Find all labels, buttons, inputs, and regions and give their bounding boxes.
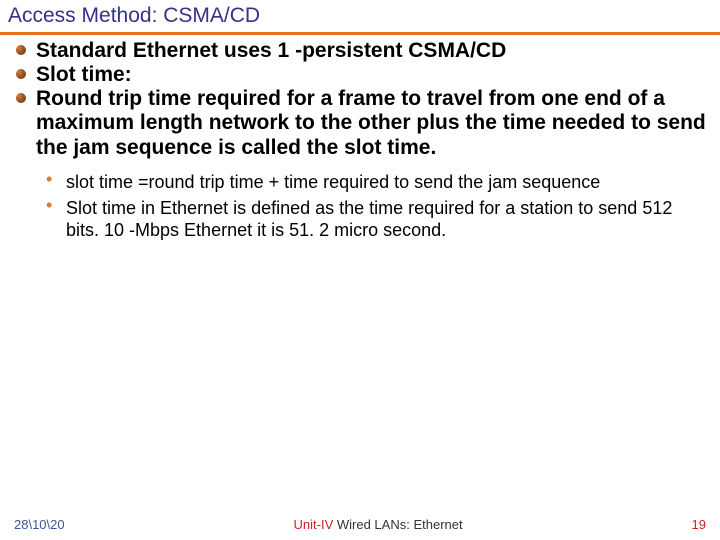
sub-bullet-list: slot time =round trip time + time requir…	[12, 172, 708, 242]
slide-title-bar: Access Method: CSMA/CD	[0, 0, 720, 35]
slide-title: Access Method: CSMA/CD	[8, 4, 712, 28]
subbullet-item: slot time =round trip time + time requir…	[66, 172, 708, 194]
main-bullet-list: Standard Ethernet uses 1 -persistent CSM…	[12, 39, 708, 160]
bullet-item: Standard Ethernet uses 1 -persistent CSM…	[36, 39, 708, 63]
bullet-item: Round trip time required for a frame to …	[36, 87, 708, 159]
bullet-item: Slot time:	[36, 63, 708, 87]
slide-footer: 28\10\20 Unit-IV Wired LANs: Ethernet 19	[0, 517, 720, 532]
footer-topic: Wired LANs: Ethernet	[333, 517, 462, 532]
footer-center: Unit-IV Wired LANs: Ethernet	[294, 517, 463, 532]
footer-page-number: 19	[692, 517, 706, 532]
footer-unit: Unit-IV	[294, 517, 334, 532]
footer-date: 28\10\20	[14, 517, 65, 532]
slide-content: Standard Ethernet uses 1 -persistent CSM…	[0, 35, 720, 242]
subbullet-item: Slot time in Ethernet is defined as the …	[66, 198, 708, 242]
